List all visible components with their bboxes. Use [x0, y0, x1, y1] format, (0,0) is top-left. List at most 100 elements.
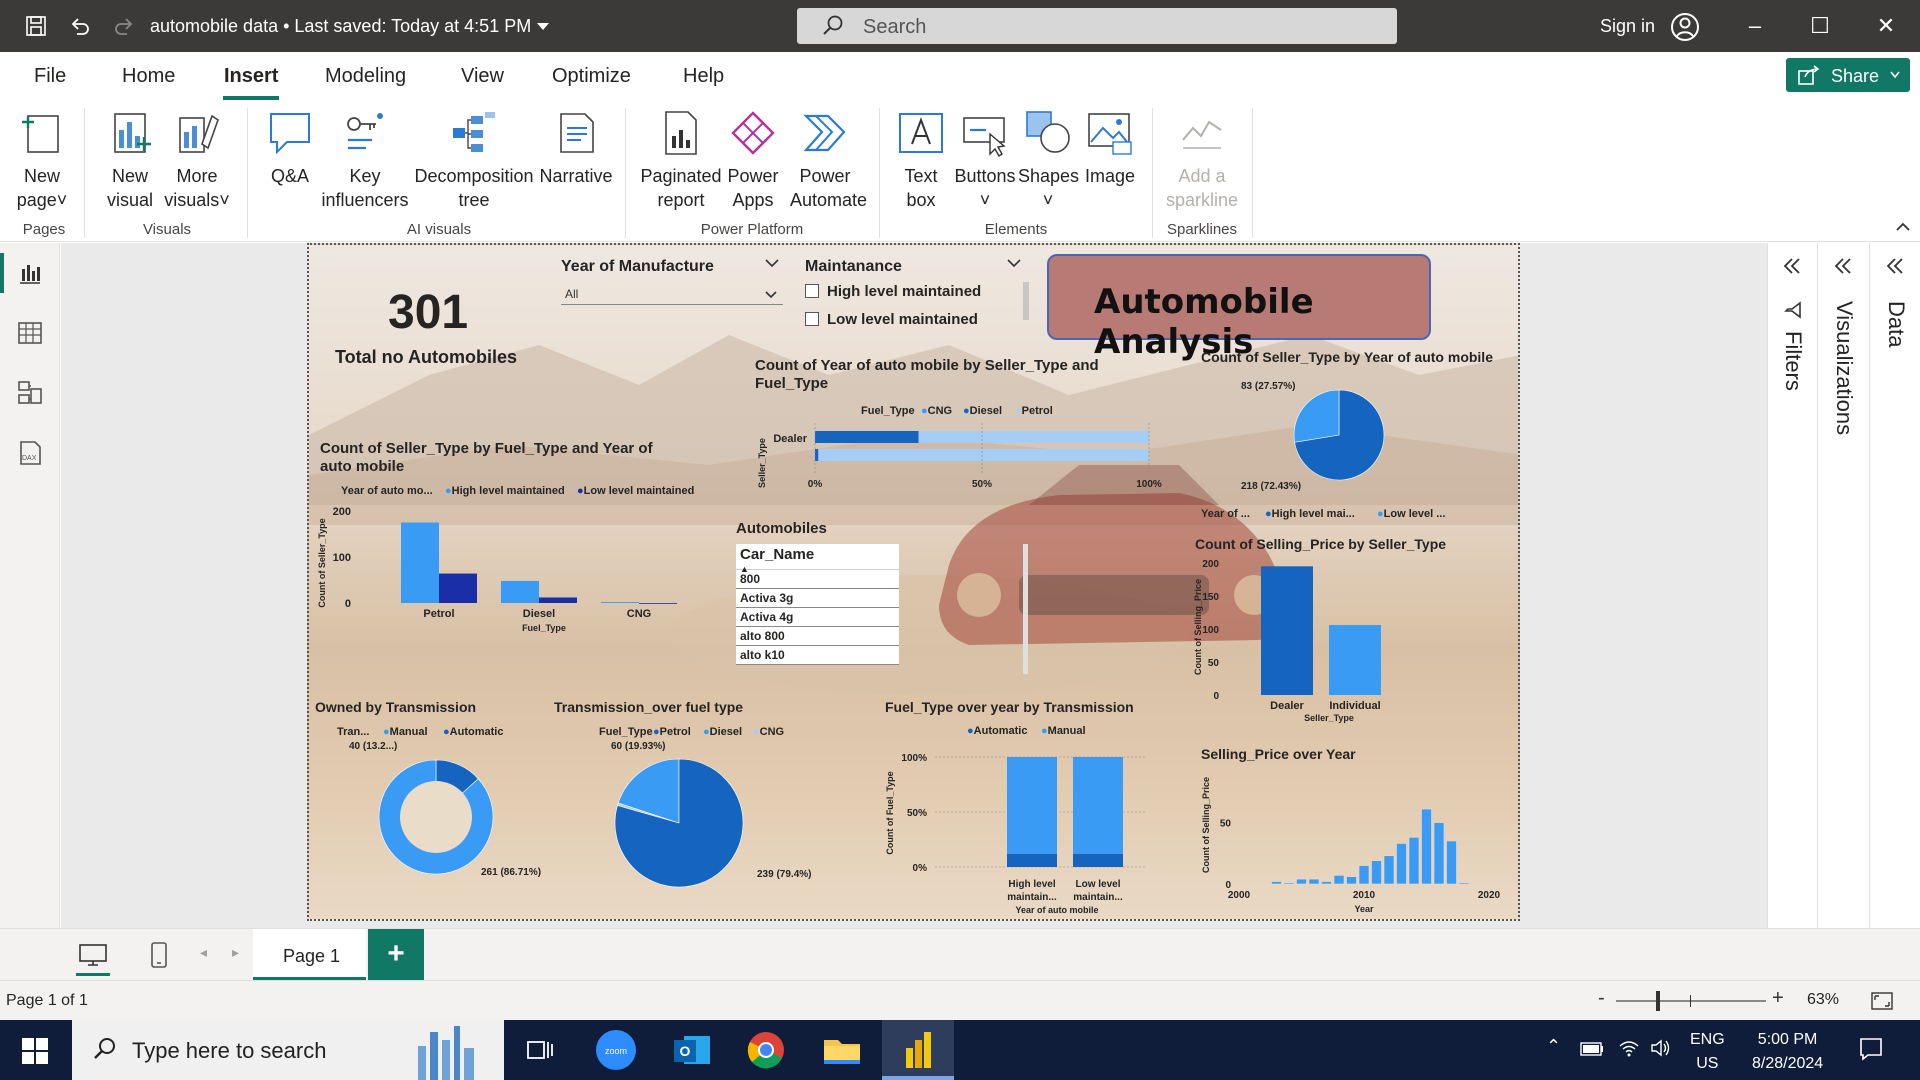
- tray-chevron-up-icon[interactable]: ⌃: [1546, 1036, 1561, 1057]
- table-view-icon[interactable]: [16, 319, 44, 347]
- slicer-scrollbar[interactable]: [1023, 282, 1029, 320]
- x-tick-label: Individual: [1329, 700, 1380, 712]
- table-row[interactable]: Activa 3g: [736, 589, 899, 608]
- tab-file[interactable]: File: [34, 65, 66, 88]
- buttons-button[interactable]: Buttons ˅: [952, 110, 1018, 212]
- model-view-icon[interactable]: [16, 379, 44, 407]
- slicer-option[interactable]: Low level maintained: [805, 310, 1005, 330]
- task-view-icon[interactable]: [524, 1036, 554, 1064]
- chevron-down-icon[interactable]: [1007, 259, 1021, 269]
- add-page-button[interactable]: +: [368, 929, 424, 981]
- tab-insert[interactable]: Insert: [224, 65, 278, 88]
- pie-chart-fuel-type[interactable]: 60 (19.93%) 239 (79.4%): [549, 741, 811, 905]
- windows-start-icon[interactable]: [22, 1038, 48, 1064]
- zoom-slider-thumb[interactable]: [1656, 991, 1660, 1011]
- zoom-slider[interactable]: [1616, 1000, 1766, 1002]
- power-bi-app-icon[interactable]: [894, 1026, 942, 1074]
- zoom-in-button[interactable]: +: [1772, 987, 1784, 1010]
- clock[interactable]: 5:00 PM 8/28/2024: [1752, 1028, 1823, 1076]
- collapse-ribbon-icon[interactable]: [1896, 222, 1910, 232]
- tab-home[interactable]: Home: [122, 65, 175, 88]
- search-input[interactable]: Search: [797, 8, 1397, 44]
- language-indicator[interactable]: ENG US: [1690, 1028, 1725, 1076]
- new-page-button[interactable]: New page˅: [10, 110, 74, 212]
- decomposition-tree-button[interactable]: Decomposition tree: [412, 110, 536, 212]
- text-box-button[interactable]: Text box: [892, 110, 950, 212]
- mobile-layout-icon[interactable]: [150, 941, 168, 969]
- document-title[interactable]: automobile data • Last saved: Today at 4…: [150, 16, 531, 37]
- bar-chart-price-by-seller[interactable]: 200 150 100 50 0 Count of Selling_Price Dealer…: [1193, 557, 1435, 723]
- scroll-right-icon[interactable]: ▸: [232, 944, 239, 961]
- zoom-level[interactable]: 63%: [1807, 991, 1839, 1009]
- dax-query-view-icon[interactable]: DAX: [16, 439, 44, 467]
- table-automobiles[interactable]: Car_Name ▲ 800 Activa 3g Activa 4g alto 8…: [736, 544, 899, 665]
- account-icon[interactable]: [1670, 12, 1700, 42]
- power-automate-button[interactable]: Power Automate: [790, 110, 867, 212]
- paginated-report-button[interactable]: Paginated report: [636, 110, 726, 212]
- wifi-icon[interactable]: [1618, 1038, 1640, 1058]
- report-view-icon[interactable]: [16, 259, 44, 287]
- expand-pane-icon[interactable]: [1885, 257, 1905, 275]
- volume-icon[interactable]: [1650, 1038, 1672, 1058]
- stacked-column-chart-fuel-by-year[interactable]: 100% 50% 0% Count of Fuel_Type High level mai…: [885, 743, 1165, 921]
- minimize-button[interactable]: –: [1735, 10, 1775, 42]
- stacked-bar-chart-seller-by-fuel[interactable]: Seller_Type Dealer 0% 50% 100%: [755, 423, 1162, 503]
- key-influencers-button[interactable]: Key influencers: [318, 110, 412, 212]
- filters-pane[interactable]: Filters: [1767, 243, 1817, 928]
- tab-modeling[interactable]: Modeling: [325, 65, 406, 88]
- data-pane[interactable]: Data: [1869, 243, 1920, 928]
- close-button[interactable]: ✕: [1866, 10, 1906, 42]
- checkbox[interactable]: [805, 312, 819, 326]
- column-chart-price-over-year[interactable]: 500Count of Selling_Price2000 2010 2020Yea…: [1201, 765, 1511, 921]
- taskbar-search-input[interactable]: Type here to search: [72, 1020, 504, 1080]
- expand-pane-icon[interactable]: [1782, 257, 1802, 275]
- tab-view[interactable]: View: [461, 65, 504, 88]
- slicer-year-dropdown[interactable]: All: [561, 285, 783, 305]
- table-row[interactable]: Activa 4g: [736, 608, 899, 627]
- expand-pane-icon[interactable]: [1833, 257, 1853, 275]
- undo-icon[interactable]: [68, 14, 92, 38]
- zoom-app-icon[interactable]: zoom: [592, 1026, 640, 1074]
- tab-optimize[interactable]: Optimize: [552, 65, 631, 88]
- qa-button[interactable]: Q&A: [262, 110, 318, 188]
- save-icon[interactable]: [24, 14, 48, 38]
- chevron-down-icon[interactable]: [765, 259, 779, 269]
- scroll-left-icon[interactable]: ◂: [200, 944, 207, 961]
- chrome-app-icon[interactable]: [742, 1026, 790, 1074]
- pie-chart-seller-by-year[interactable]: 83 (27.57%) 218 (72.43%): [1201, 381, 1501, 495]
- chevron-down-icon: [765, 291, 777, 299]
- new-visual-button[interactable]: New visual: [100, 110, 160, 212]
- fit-to-page-icon[interactable]: [1870, 991, 1894, 1011]
- tab-help[interactable]: Help: [683, 65, 724, 88]
- donut-chart-transmission[interactable]: 40 (13.2...) 261 (86.71%): [319, 741, 541, 895]
- power-apps-button[interactable]: Power Apps: [726, 110, 780, 212]
- shapes-button[interactable]: Shapes ˅: [1018, 110, 1079, 212]
- table-header[interactable]: Car_Name ▲: [736, 544, 899, 574]
- maximize-button[interactable]: ☐: [1800, 10, 1840, 42]
- x-tick-label: 2000: [1228, 890, 1251, 901]
- table-row[interactable]: alto k10: [736, 646, 899, 665]
- zoom-out-button[interactable]: -: [1598, 987, 1605, 1010]
- page-tab-1[interactable]: Page 1: [253, 929, 366, 981]
- redo-icon[interactable]: [112, 14, 136, 38]
- table-row[interactable]: 800: [736, 570, 899, 589]
- desktop-layout-icon[interactable]: [78, 943, 108, 967]
- visualizations-pane[interactable]: Visualizations: [1817, 243, 1869, 928]
- image-button[interactable]: Image: [1080, 110, 1140, 188]
- file-explorer-app-icon[interactable]: [818, 1026, 866, 1074]
- slicer-option[interactable]: High level maintained: [805, 282, 1005, 302]
- add-sparkline-button[interactable]: Add a sparkline: [1162, 110, 1242, 212]
- battery-icon[interactable]: [1580, 1042, 1604, 1056]
- more-visuals-button[interactable]: More visuals˅: [160, 110, 234, 212]
- table-row[interactable]: alto 800: [736, 627, 899, 646]
- narrative-button[interactable]: Narrative: [536, 110, 616, 188]
- chevron-down-icon[interactable]: [536, 22, 550, 32]
- table-scrollbar[interactable]: [1023, 544, 1028, 674]
- share-button[interactable]: Share: [1786, 58, 1910, 92]
- bar-chart-seller-by-fuel[interactable]: 200 100 0 Count of Seller_Type Petrol Diesel C…: [317, 503, 699, 633]
- outlook-app-icon[interactable]: O: [668, 1026, 716, 1074]
- report-page[interactable]: 301 Total no Automobiles Year of Manufac…: [307, 243, 1520, 921]
- sign-in-link[interactable]: Sign in: [1600, 16, 1655, 37]
- checkbox[interactable]: [805, 284, 819, 298]
- notifications-icon[interactable]: [1858, 1036, 1884, 1062]
